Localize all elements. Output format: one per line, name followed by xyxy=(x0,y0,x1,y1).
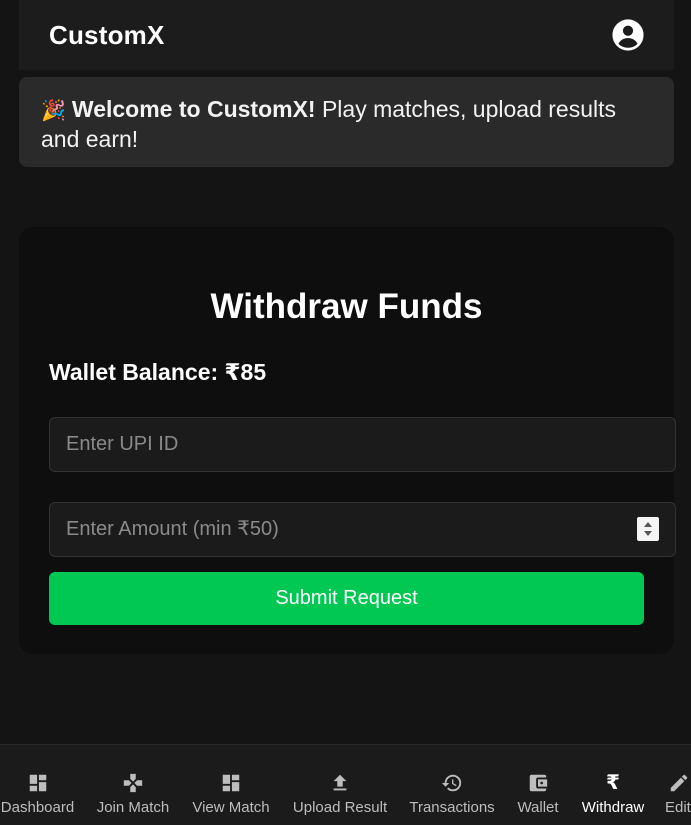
dashboard-icon xyxy=(0,771,75,795)
account-circle-icon[interactable] xyxy=(611,18,645,52)
submit-request-button[interactable]: Submit Request xyxy=(49,572,644,625)
gamepad-icon xyxy=(96,771,170,795)
brand-title: CustomX xyxy=(49,19,165,50)
dashboard-icon xyxy=(190,771,272,795)
nav-item-upload-result[interactable]: Upload Result xyxy=(290,771,390,816)
nav-label: View Match xyxy=(192,799,270,816)
history-icon xyxy=(407,771,497,795)
amount-stepper[interactable] xyxy=(637,517,659,541)
page-title: Withdraw Funds xyxy=(210,287,483,326)
nav-item-edit[interactable]: Edit xyxy=(665,771,691,816)
app-header: CustomX xyxy=(19,0,674,70)
nav-item-view-match[interactable]: View Match xyxy=(190,771,272,816)
edit-icon xyxy=(665,771,691,795)
bottom-nav: Dashboard Join Match View Match Upload R… xyxy=(0,744,691,825)
withdraw-card: Withdraw Funds Wallet Balance: ₹85 Submi… xyxy=(19,227,676,654)
wallet-icon xyxy=(512,771,564,795)
welcome-banner: 🎉 Welcome to CustomX! Play matches, uploa… xyxy=(19,77,674,167)
upi-id-input[interactable] xyxy=(49,417,676,472)
nav-label: Transactions xyxy=(409,799,495,816)
party-popper-icon: 🎉 xyxy=(41,100,66,122)
wallet-balance: Wallet Balance: ₹85 xyxy=(49,359,267,385)
amount-input[interactable] xyxy=(49,502,676,557)
nav-label: Upload Result xyxy=(292,799,388,816)
nav-item-join-match[interactable]: Join Match xyxy=(96,771,170,816)
nav-item-wallet[interactable]: Wallet xyxy=(512,771,564,816)
nav-label: Dashboard xyxy=(0,799,75,816)
nav-item-transactions[interactable]: Transactions xyxy=(407,771,497,816)
nav-label: Withdraw xyxy=(581,799,645,816)
rupee-icon: ₹ xyxy=(606,772,620,794)
nav-label: Wallet xyxy=(517,799,559,816)
nav-label: Join Match xyxy=(96,799,170,816)
upload-icon xyxy=(290,771,390,795)
nav-item-withdraw[interactable]: ₹ Withdraw xyxy=(579,771,647,816)
nav-label: Edit xyxy=(665,799,691,816)
welcome-bold-text: Welcome to CustomX! xyxy=(71,96,316,122)
nav-item-dashboard[interactable]: Dashboard xyxy=(0,771,75,816)
